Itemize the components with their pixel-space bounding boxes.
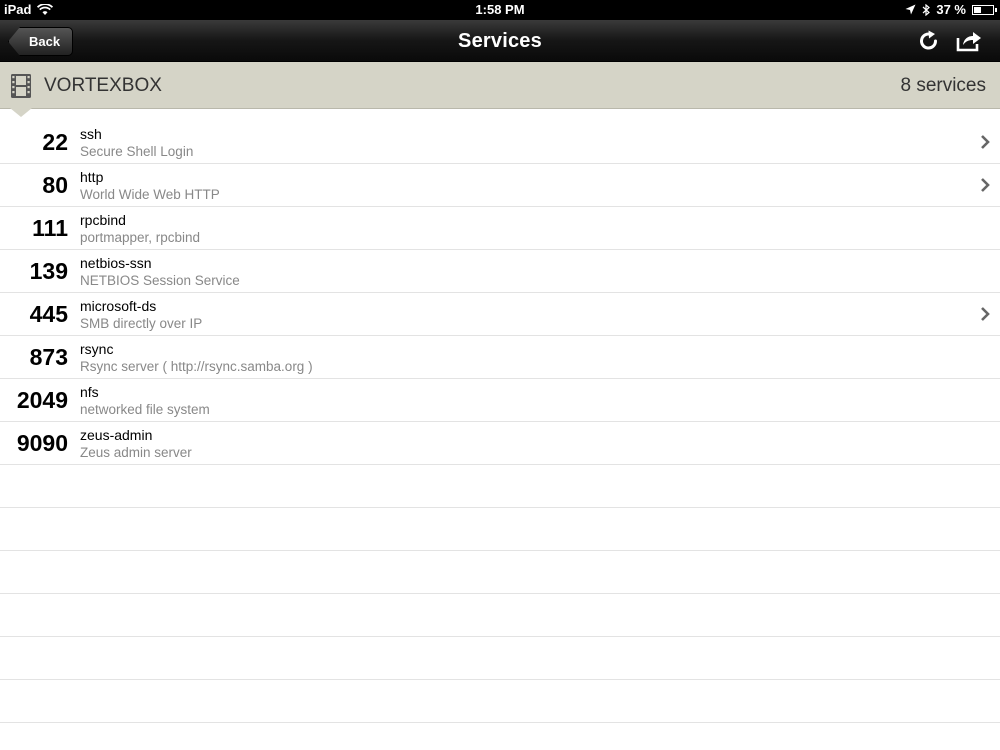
service-description: Zeus admin server xyxy=(80,445,192,460)
refresh-icon[interactable] xyxy=(916,29,942,53)
service-row: 139 netbios-ssn NETBIOS Session Service xyxy=(0,250,1000,293)
header-pointer xyxy=(10,108,32,117)
battery-icon xyxy=(972,5,997,15)
service-name: rpcbind xyxy=(80,212,126,228)
chevron-right-icon[interactable] xyxy=(980,306,990,322)
host-header: VORTEXBOX 8 services xyxy=(0,62,1000,109)
status-bar: iPad 1:58 PM 37 % xyxy=(0,0,1000,20)
location-arrow-icon xyxy=(905,4,916,15)
host-name: VORTEXBOX xyxy=(44,75,162,96)
service-port: 2049 xyxy=(16,387,68,413)
empty-row xyxy=(0,551,1000,594)
service-port: 139 xyxy=(29,258,68,284)
service-name: netbios-ssn xyxy=(80,255,152,271)
chevron-right-icon[interactable] xyxy=(980,134,990,150)
services-table: 22 ssh Secure Shell Login 80 http World Wide … xyxy=(0,121,1000,750)
service-description: Secure Shell Login xyxy=(80,144,194,159)
service-description: NETBIOS Session Service xyxy=(80,273,240,288)
page-title: Services xyxy=(458,30,542,52)
service-row: 9090 zeus-admin Zeus admin server xyxy=(0,422,1000,465)
empty-row xyxy=(0,594,1000,637)
film-icon xyxy=(11,74,31,98)
service-count: 8 services xyxy=(900,75,986,96)
navigation-bar: Back Services xyxy=(0,20,1000,62)
service-row[interactable]: 80 http World Wide Web HTTP xyxy=(0,164,1000,207)
service-port: 22 xyxy=(42,129,68,155)
battery-percent: 37 % xyxy=(936,2,966,17)
service-port: 445 xyxy=(29,301,68,327)
service-name: http xyxy=(80,169,104,185)
empty-row xyxy=(0,723,1000,750)
status-time: 1:58 PM xyxy=(475,2,525,17)
service-port: 80 xyxy=(42,172,68,198)
service-name: zeus-admin xyxy=(80,427,153,443)
service-name: ssh xyxy=(80,126,102,142)
share-icon[interactable] xyxy=(956,29,982,53)
service-name: nfs xyxy=(80,384,99,400)
service-port: 9090 xyxy=(16,430,68,456)
service-description: Rsync server ( http://rsync.samba.org ) xyxy=(80,359,313,374)
chevron-right-icon[interactable] xyxy=(980,177,990,193)
service-row: 111 rpcbind portmapper, rpcbind xyxy=(0,207,1000,250)
service-row: 873 rsync Rsync server ( http://rsync.samb… xyxy=(0,336,1000,379)
service-port: 873 xyxy=(29,344,68,370)
service-name: microsoft-ds xyxy=(80,298,157,314)
service-row: 2049 nfs networked file system xyxy=(0,379,1000,422)
empty-row xyxy=(0,465,1000,508)
service-description: networked file system xyxy=(80,402,210,417)
service-row[interactable]: 445 microsoft-ds SMB directly over IP xyxy=(0,293,1000,336)
empty-row xyxy=(0,680,1000,723)
service-row[interactable]: 22 ssh Secure Shell Login xyxy=(0,121,1000,164)
service-description: SMB directly over IP xyxy=(80,316,203,331)
service-port: 111 xyxy=(32,215,68,241)
bluetooth-icon xyxy=(922,3,931,16)
service-description: World Wide Web HTTP xyxy=(80,187,220,202)
empty-row xyxy=(0,508,1000,551)
service-description: portmapper, rpcbind xyxy=(80,230,201,245)
empty-row xyxy=(0,637,1000,680)
service-name: rsync xyxy=(80,341,114,357)
